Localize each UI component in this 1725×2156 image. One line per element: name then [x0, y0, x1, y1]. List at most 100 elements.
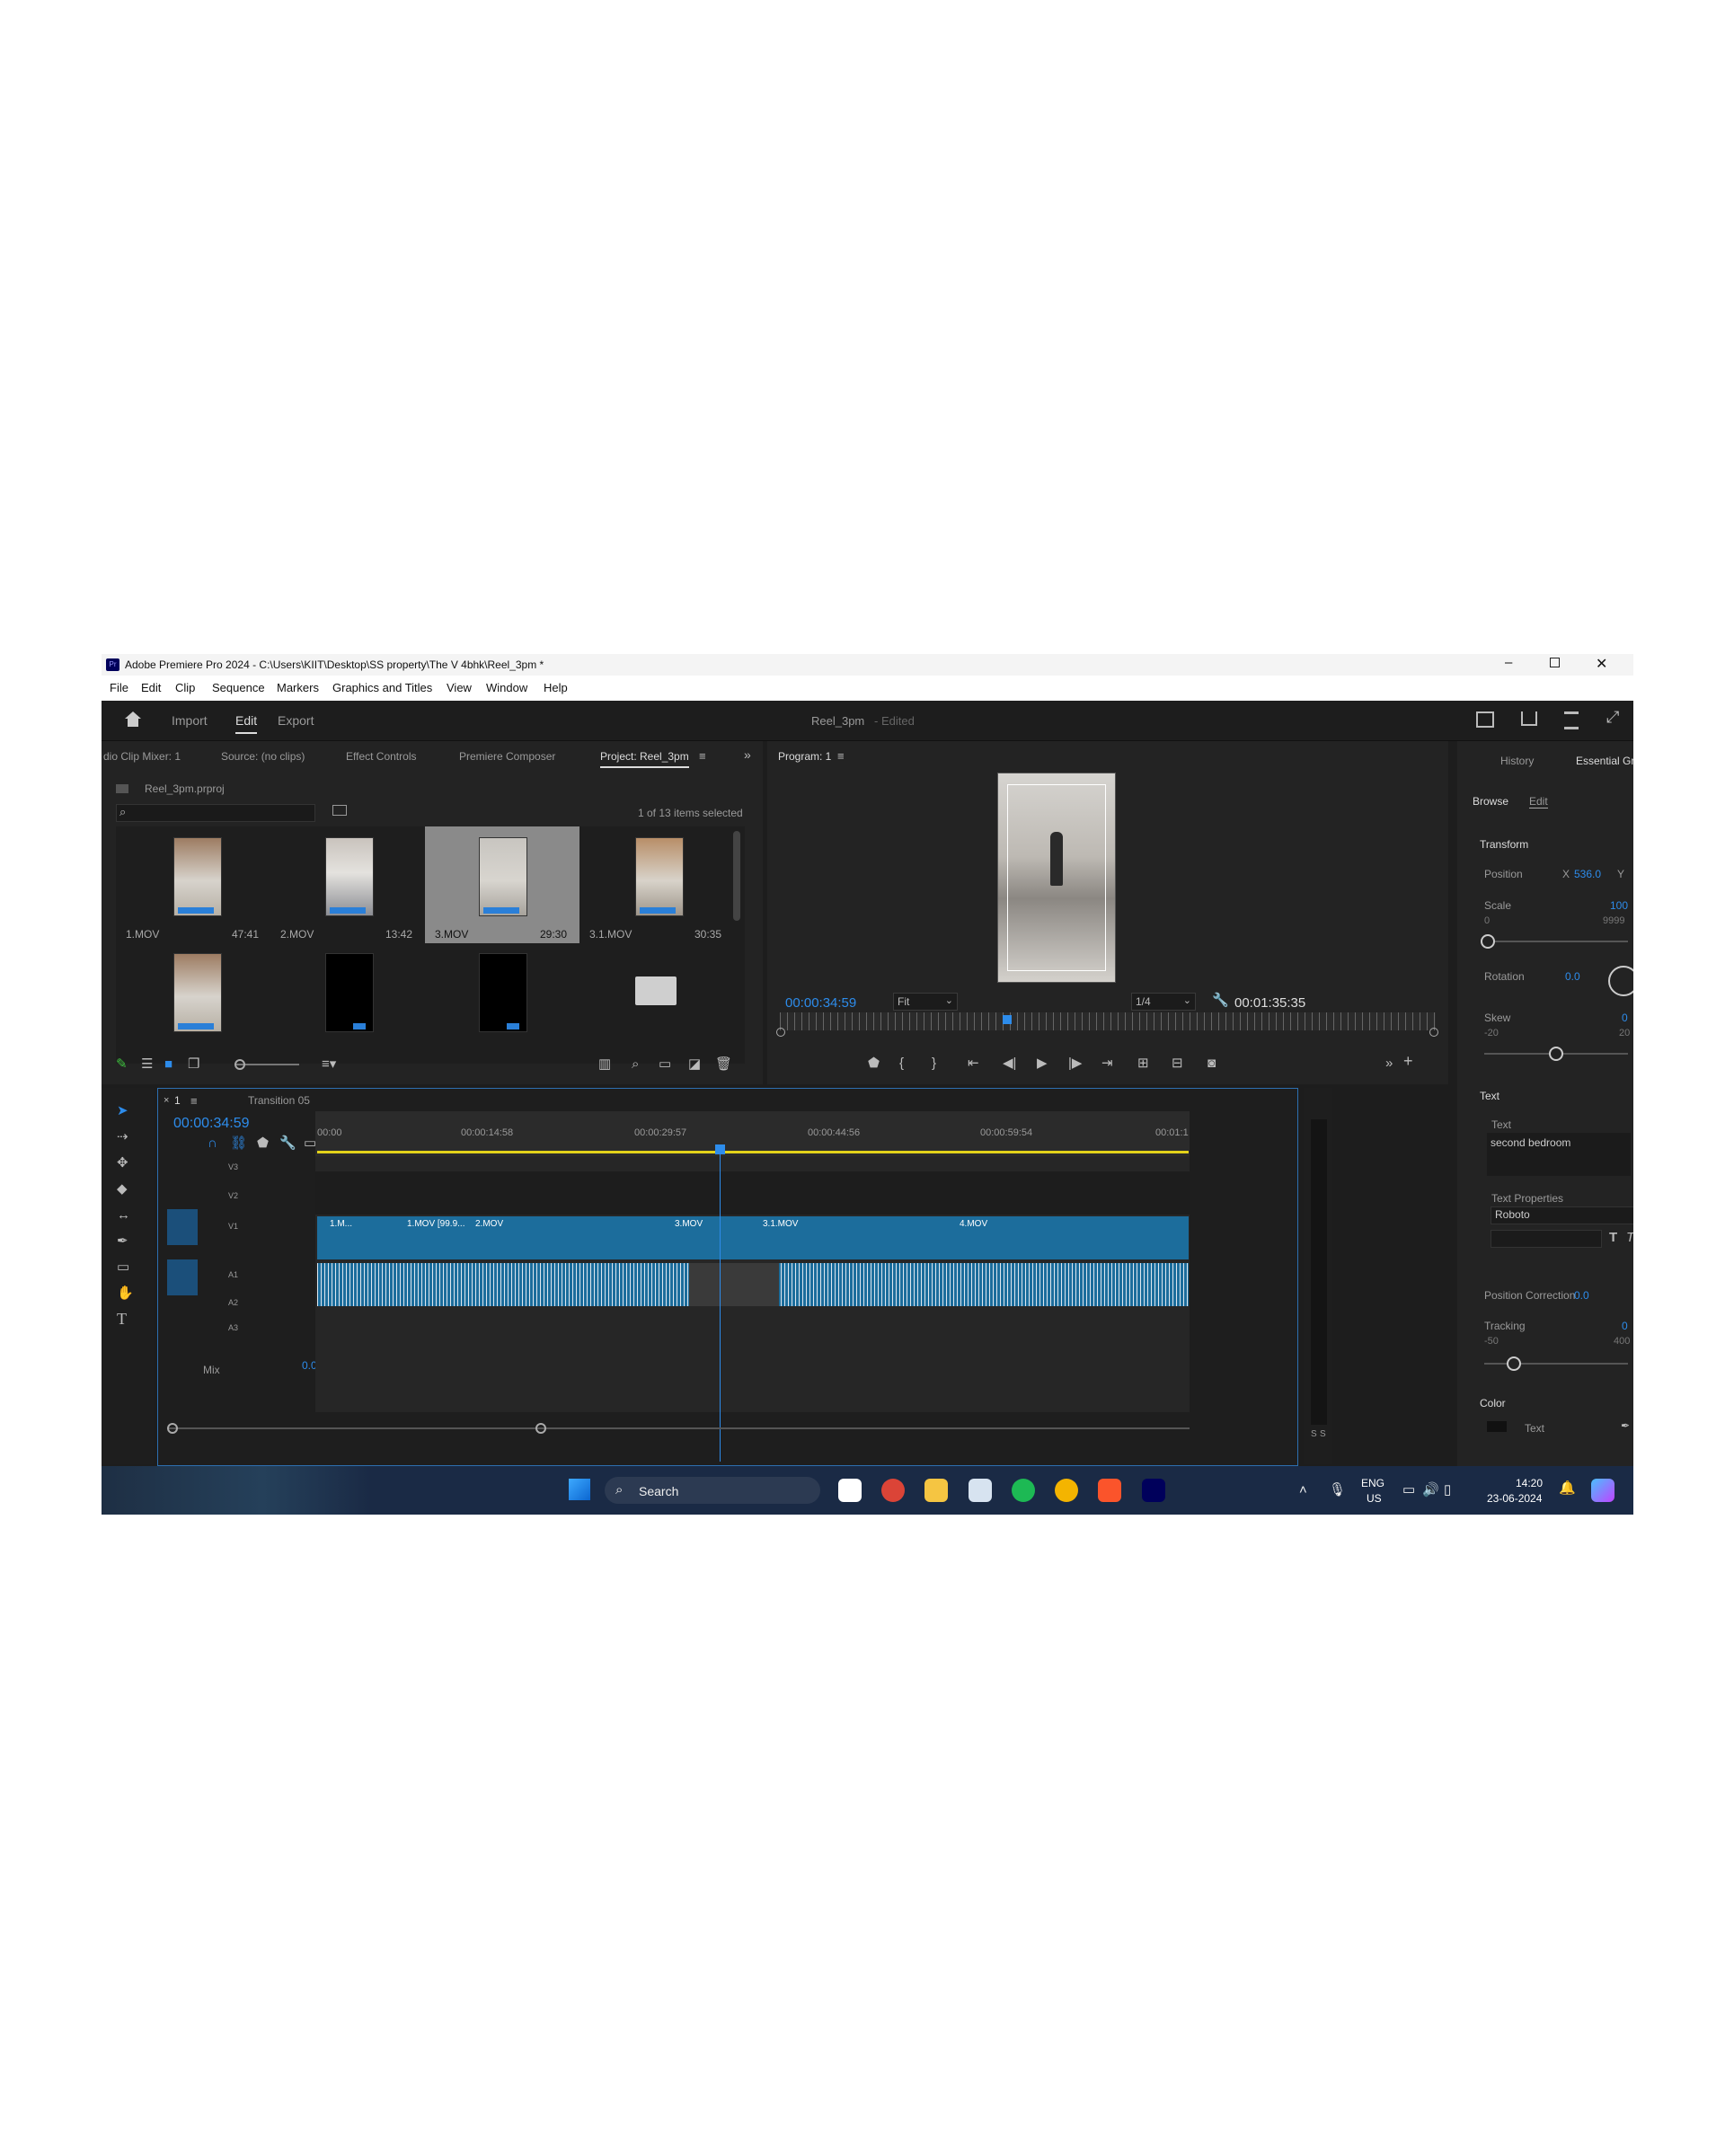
zoom-dropdown[interactable]: Fit ⌄ [893, 993, 958, 1011]
transform-heading[interactable]: Transform [1480, 838, 1528, 851]
new-bin-icon[interactable] [332, 805, 347, 816]
list-view-icon[interactable]: ☰ [141, 1057, 153, 1071]
menu-view[interactable]: View [447, 681, 472, 694]
subtab-browse[interactable]: Browse [1473, 795, 1508, 808]
menu-sequence[interactable]: Sequence [212, 681, 265, 694]
eyedropper-icon[interactable]: ✒ [1621, 1419, 1630, 1433]
lift-icon[interactable]: ⊞ [1137, 1056, 1149, 1070]
zoom-slider[interactable] [236, 1064, 299, 1065]
trash-icon[interactable]: 🗑 [715, 1057, 732, 1071]
step-back-icon[interactable]: ◀| [1003, 1056, 1016, 1070]
brave-icon[interactable] [1098, 1479, 1121, 1502]
scrollbar[interactable] [733, 831, 740, 921]
menu-edit[interactable]: Edit [141, 681, 161, 694]
linked-selection-icon[interactable]: ⛓ [230, 1136, 247, 1150]
hand-tool-icon[interactable]: ✋ [117, 1286, 134, 1300]
selection-tool-icon[interactable]: ➤ [117, 1104, 128, 1118]
clip-thumbnail[interactable] [173, 837, 222, 916]
search-box[interactable] [605, 1477, 820, 1504]
clip-thumbnail[interactable] [479, 837, 527, 916]
menu-clip[interactable]: Clip [175, 681, 195, 694]
add-marker-icon[interactable]: ⬟ [868, 1056, 880, 1070]
timeline-ruler[interactable] [315, 1111, 1190, 1156]
chevron-up-icon[interactable]: ˄ [1299, 1483, 1307, 1497]
bold-icon[interactable]: T [1609, 1231, 1617, 1244]
clip-thumbnail[interactable] [325, 837, 374, 916]
text-color-swatch[interactable] [1487, 1421, 1507, 1432]
text-bounding-box[interactable] [1007, 784, 1106, 971]
tab-premiere-composer[interactable]: Premiere Composer [459, 750, 555, 763]
meter-solo-label[interactable]: S [1320, 1429, 1326, 1439]
timeline-scroll-handle[interactable] [167, 1423, 178, 1434]
network-icon[interactable]: ▭ [1402, 1483, 1415, 1497]
more-controls-icon[interactable]: » [1385, 1056, 1393, 1070]
share-icon[interactable] [1521, 711, 1537, 726]
out-handle[interactable] [1429, 1028, 1438, 1037]
video-preview[interactable] [997, 773, 1116, 983]
text-value[interactable]: second bedroom [1491, 1136, 1570, 1149]
monitor-time-ruler[interactable] [780, 1012, 1436, 1030]
sequence-tab[interactable]: 1 [174, 1094, 181, 1107]
razor-icon[interactable]: ◆ [117, 1182, 128, 1196]
slip-tool-icon[interactable]: ↔ [117, 1208, 130, 1222]
type-tool-icon[interactable]: T [117, 1311, 127, 1327]
play-icon[interactable]: ▶ [1037, 1056, 1048, 1070]
tab-history[interactable]: History [1500, 755, 1534, 767]
clock-date[interactable]: 23-06-2024 [1487, 1492, 1542, 1505]
copilot-icon[interactable] [1591, 1479, 1614, 1502]
fullscreen-icon[interactable]: ⤢ [1606, 708, 1619, 727]
more-panels-icon[interactable]: » [744, 748, 751, 762]
scale-value[interactable]: 100 [1610, 899, 1628, 912]
lang-bottom[interactable]: US [1367, 1492, 1382, 1505]
rotation-value[interactable]: 0.0 [1565, 970, 1580, 983]
color-heading[interactable]: Color [1480, 1397, 1506, 1409]
file-explorer-icon[interactable] [924, 1479, 948, 1502]
tab-effect-controls[interactable]: Effect Controls [346, 750, 416, 763]
new-item-icon[interactable]: ◪ [688, 1057, 701, 1071]
microphone-icon[interactable]: 🎙 [1329, 1483, 1346, 1497]
resolution-dropdown[interactable]: 1/4 ⌄ [1131, 993, 1196, 1011]
clip-thumbnail[interactable] [635, 837, 684, 916]
tab-source[interactable]: Source: (no clips) [221, 750, 305, 763]
meter-solo-label[interactable]: S [1311, 1429, 1317, 1439]
tab-import[interactable]: Import [172, 713, 208, 728]
track-select-icon[interactable]: ⇢ [117, 1130, 128, 1144]
scale-slider[interactable] [1484, 941, 1628, 942]
menu-file[interactable]: File [110, 681, 128, 694]
tracking-value[interactable]: 0 [1622, 1320, 1628, 1332]
clock-time[interactable]: 14:20 [1516, 1477, 1543, 1489]
timeline-current-time[interactable]: 00:00:34:59 [173, 1116, 250, 1132]
notification-icon[interactable]: 🔔 [1559, 1481, 1576, 1495]
close-sequence-icon[interactable]: × [164, 1094, 169, 1108]
panel-menu-icon[interactable]: ≡ [837, 749, 845, 763]
chrome-icon[interactable] [881, 1479, 905, 1502]
tab-program[interactable]: Program: 1 [778, 750, 831, 763]
snap-icon[interactable]: ∩ [208, 1136, 217, 1150]
program-current-time[interactable]: 00:00:34:59 [785, 995, 856, 1011]
camera-icon[interactable]: ◙ [1208, 1056, 1216, 1070]
workspaces-icon[interactable] [1564, 711, 1579, 729]
playhead-line[interactable] [720, 1147, 721, 1462]
skew-value[interactable]: 0 [1622, 1012, 1628, 1024]
restore-icon[interactable] [1550, 658, 1560, 667]
pen-tool-icon[interactable]: ✒ [117, 1234, 128, 1248]
battery-icon[interactable]: ▯ [1444, 1483, 1451, 1497]
zoom-slider-handle[interactable] [234, 1059, 245, 1070]
sequence-name[interactable]: Transition 05 [248, 1094, 310, 1107]
tab-audio-clip-mixer[interactable]: dio Clip Mixer: 1 [103, 750, 181, 763]
mark-in-icon[interactable]: { [899, 1056, 904, 1070]
step-forward-icon[interactable]: |▶ [1068, 1056, 1082, 1070]
find-icon[interactable]: ⌕ [632, 1057, 639, 1071]
extract-icon[interactable]: ⊟ [1172, 1056, 1183, 1070]
tracking-slider[interactable] [1484, 1363, 1628, 1365]
home-icon[interactable] [125, 711, 141, 719]
italic-icon[interactable]: T [1626, 1231, 1633, 1244]
playhead-handle[interactable] [715, 1144, 725, 1154]
timeline-scroll-handle[interactable] [535, 1423, 546, 1434]
search-input[interactable] [116, 804, 315, 822]
icon-view-icon[interactable]: ■ [164, 1057, 172, 1071]
wrench-icon[interactable]: 🔧 [1212, 994, 1229, 1007]
clip-thumbnail[interactable] [479, 953, 527, 1032]
spotify-icon[interactable] [1012, 1479, 1035, 1502]
tab-edit[interactable]: Edit [235, 713, 258, 734]
